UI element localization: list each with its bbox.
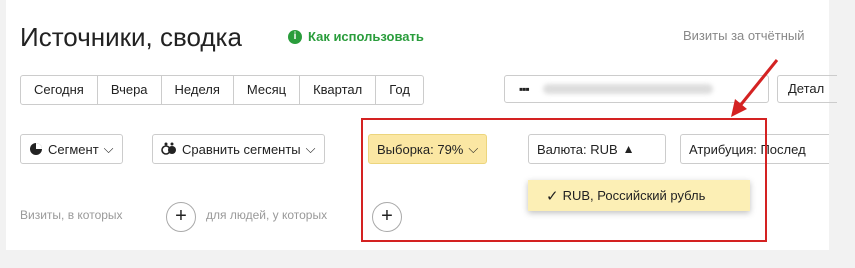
info-dot-icon: i <box>288 29 302 44</box>
period-year[interactable]: Год <box>375 76 423 104</box>
annotation-highlight-box <box>361 118 767 242</box>
period-yesterday[interactable]: Вчера <box>96 76 161 104</box>
how-to-use-link[interactable]: i Как использовать <box>288 29 424 44</box>
segment-label: Сегмент <box>48 141 99 157</box>
period-today[interactable]: Сегодня <box>21 76 97 104</box>
date-range-value <box>542 84 713 94</box>
period-week[interactable]: Неделя <box>160 76 233 104</box>
segment-button[interactable]: Сегмент ⌵ <box>20 134 123 164</box>
period-month[interactable]: Месяц <box>232 76 299 104</box>
visits-condition-label: Визиты, в которых <box>20 208 123 222</box>
add-visit-condition-button[interactable]: + <box>166 202 196 232</box>
annotation-arrow <box>731 59 779 117</box>
detail-button[interactable]: Детал <box>777 75 837 103</box>
period-selector: Сегодня Вчера Неделя Месяц Квартал Год <box>20 75 424 105</box>
how-to-use-label: Как использовать <box>308 29 424 44</box>
calendar-icon: ▪▪▪ <box>519 82 530 96</box>
compare-icon <box>161 142 176 155</box>
chevron-down-icon: ⌵ <box>103 141 114 156</box>
pie-chart-icon <box>30 143 42 155</box>
compare-segments-button[interactable]: Сравнить сегменты ⌵ <box>152 134 325 164</box>
page-title: Источники, сводка <box>20 22 242 52</box>
visits-period-label: Визиты за отчётный <box>683 28 805 43</box>
chevron-down-icon: ⌵ <box>305 141 316 156</box>
period-quarter[interactable]: Квартал <box>299 76 375 104</box>
compare-label: Сравнить сегменты <box>182 141 301 157</box>
people-condition-label: для людей, у которых <box>206 208 328 222</box>
